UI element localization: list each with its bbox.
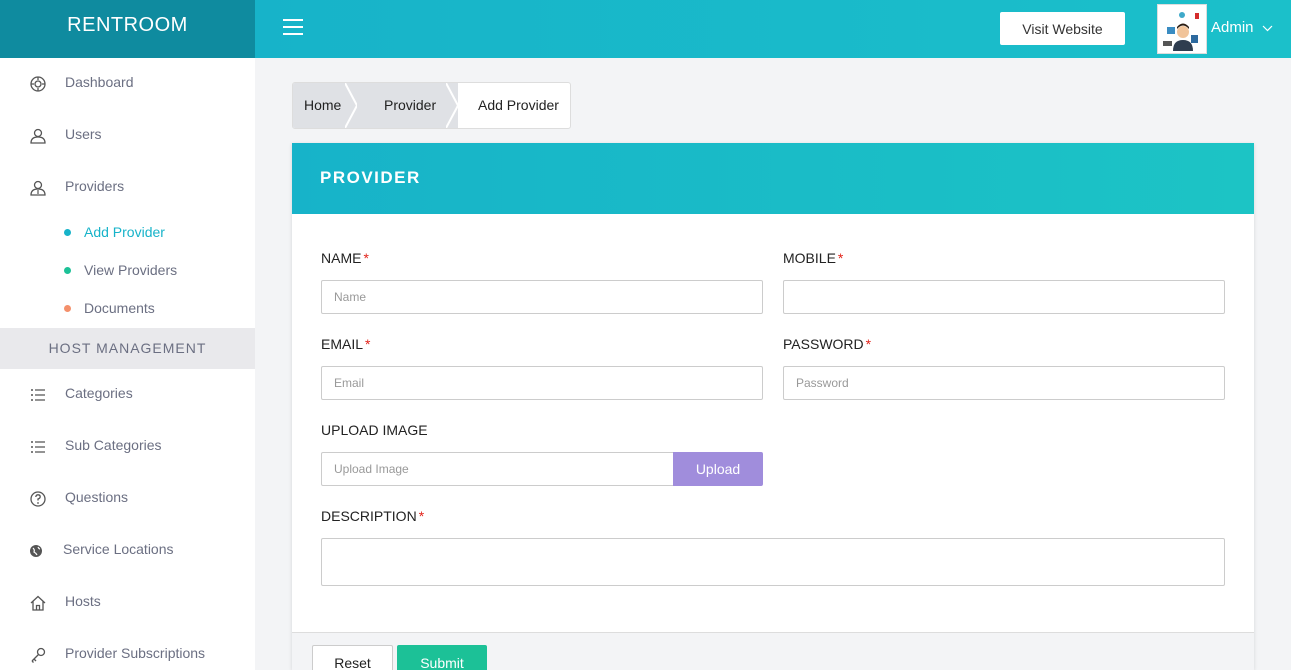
sidebar-item-categories[interactable]: Categories [0,373,255,417]
sidebar-item-label: Service Locations [63,541,174,557]
sidebar-item-label: Questions [65,489,129,505]
list-icon [31,441,45,453]
description-label-text: DESCRIPTION [321,508,417,524]
email-input[interactable] [321,366,763,400]
email-label-text: EMAIL [321,336,364,352]
bullet-dot [64,305,71,312]
name-label: NAME * [321,250,369,266]
description-textarea[interactable] [321,538,1225,586]
sidebar-item-providers[interactable]: Providers [0,166,255,210]
key-icon [31,647,46,663]
breadcrumb-home[interactable]: Home [304,83,341,128]
sidebar-item-label: Hosts [65,593,101,609]
mobile-label: MOBILE * [783,250,843,266]
sidebar-item-dashboard[interactable]: Dashboard [0,62,255,106]
sidebar-item-sub-categories[interactable]: Sub Categories [0,425,255,469]
question-icon [30,491,46,507]
sidebar-item-label: Dashboard [65,74,134,90]
reset-button[interactable]: Reset [312,645,393,670]
password-label-text: PASSWORD [783,336,864,352]
description-label: DESCRIPTION * [321,508,424,524]
list-icon [31,389,45,401]
submit-button[interactable]: Submit [397,645,487,670]
sidebar-subitem-view-providers[interactable]: View Providers [0,255,255,285]
mobile-input[interactable] [783,280,1225,314]
chevron-down-icon [1262,25,1273,32]
sidebar-item-label: Sub Categories [65,437,162,453]
upload-button[interactable]: Upload [673,452,763,486]
sidebar-item-service-locations[interactable]: Service Locations [0,529,255,573]
bullet-dot [64,267,71,274]
form-footer: Reset Submit [292,632,1254,670]
sidebar-item-provider-subscriptions[interactable]: Provider Subscriptions [0,633,255,670]
mobile-label-text: MOBILE [783,250,836,266]
email-label: EMAIL * [321,336,370,352]
admin-menu[interactable]: Admin [1211,19,1273,36]
upload-image-input[interactable] [321,452,674,486]
globe-icon [30,545,42,557]
menu-toggle-icon[interactable] [283,19,303,35]
user-icon [30,128,46,144]
dashboard-icon [30,76,46,92]
breadcrumb-separator-icon [345,83,357,128]
avatar[interactable] [1157,4,1207,54]
required-mark: * [837,250,844,266]
brand-logo[interactable]: RENTROOM [0,0,255,58]
required-mark: * [365,336,371,352]
bullet-dot [64,229,71,236]
sidebar-item-label: Categories [65,385,133,401]
password-input[interactable] [783,366,1225,400]
breadcrumb-separator-icon [446,83,458,128]
providers-icon [30,180,46,196]
brand-name: RENTROOM [67,14,188,36]
breadcrumb-add-provider: Add Provider [478,97,559,113]
breadcrumb: Home Provider Add Provider [292,82,571,129]
name-input[interactable] [321,280,763,314]
provider-form-card: PROVIDER NAME* MOBILE* EMAIL* PASSWORD* … [292,143,1254,670]
avatar-image [1158,5,1206,53]
required-mark: * [363,250,369,266]
required-mark: * [865,336,872,352]
sidebar-subitem-documents[interactable]: Documents [0,293,255,323]
sidebar: Dashboard Users Providers Add Provider V… [0,58,255,670]
sidebar-item-hosts[interactable]: Hosts [0,581,255,625]
visit-website-button[interactable]: Visit Website [1000,12,1125,45]
home-icon [30,595,46,611]
password-label: PASSWORD * [783,336,871,352]
name-label-text: NAME [321,250,362,266]
required-mark: * [418,508,425,524]
sidebar-subitem-label: Documents [84,300,155,316]
sidebar-item-label: Users [65,126,102,142]
admin-label: Admin [1211,19,1254,36]
sidebar-subitem-add-provider[interactable]: Add Provider [0,217,255,247]
sidebar-item-questions[interactable]: Questions [0,477,255,521]
upload-image-label-text: UPLOAD IMAGE [321,422,428,438]
section-header-host-management: HOST MANAGEMENT [0,328,255,369]
sidebar-item-label: Providers [65,178,125,194]
sidebar-subitem-label: Add Provider [84,224,165,240]
sidebar-subitem-label: View Providers [84,262,178,278]
card-title: PROVIDER [320,168,421,187]
upload-image-label: UPLOAD IMAGE [321,422,428,438]
card-header: PROVIDER [292,143,1254,214]
breadcrumb-provider[interactable]: Provider [384,83,436,128]
sidebar-item-users[interactable]: Users [0,114,255,158]
sidebar-item-label: Provider Subscriptions [65,645,206,661]
top-bar: Visit Website Admin [255,0,1291,58]
